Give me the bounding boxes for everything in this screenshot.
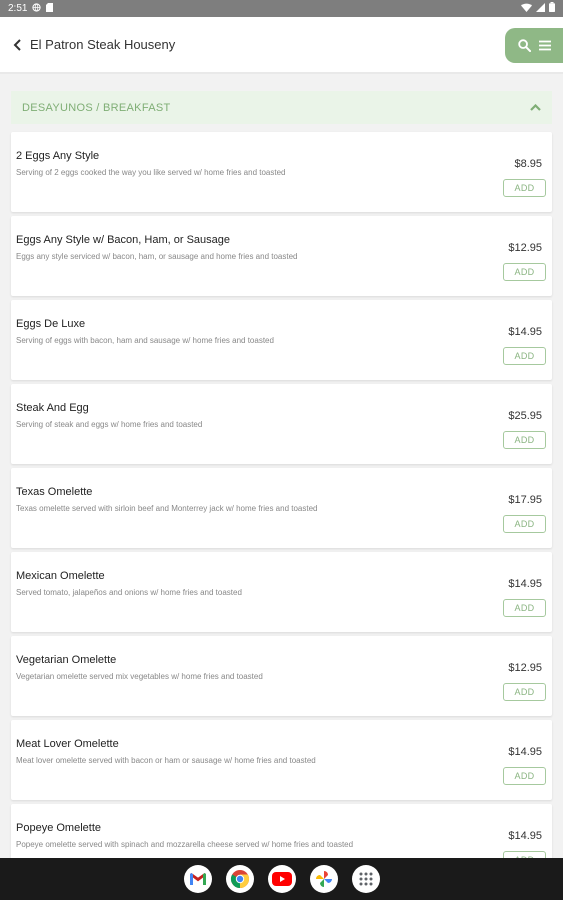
- apps-icon[interactable]: [351, 865, 380, 893]
- search-button[interactable]: [517, 39, 531, 52]
- menu-item[interactable]: Texas Omelette Texas omelette served wit…: [11, 468, 552, 548]
- item-price: $12.95: [508, 662, 542, 674]
- sim-icon: [46, 2, 54, 15]
- menu-item[interactable]: Mexican Omelette Served tomato, jalapeño…: [11, 552, 552, 632]
- add-button[interactable]: ADD: [503, 263, 546, 281]
- item-name: 2 Eggs Any Style: [16, 150, 100, 162]
- item-description: Serving of 2 eggs cooked the way you lik…: [16, 168, 286, 177]
- item-description: Texas omelette served with sirloin beef …: [16, 504, 318, 513]
- menu-icon: [538, 40, 551, 51]
- item-description: Served tomato, jalapeños and onions w/ h…: [16, 588, 242, 597]
- menu-item[interactable]: Popeye Omelette Popeye omelette served w…: [11, 804, 552, 858]
- item-price: $14.95: [508, 326, 542, 338]
- header-actions: [505, 28, 563, 63]
- item-name: Texas Omelette: [16, 486, 93, 498]
- menu-item[interactable]: Eggs De Luxe Serving of eggs with bacon,…: [11, 300, 552, 380]
- menu-button[interactable]: [538, 40, 551, 51]
- youtube-icon[interactable]: [267, 865, 296, 893]
- status-bar: 2:51: [0, 0, 563, 17]
- photos-icon[interactable]: [309, 865, 338, 893]
- item-name: Eggs De Luxe: [16, 318, 86, 330]
- page-title: El Patron Steak Houseny: [30, 37, 176, 52]
- item-description: Popeye omelette served with spinach and …: [16, 840, 354, 849]
- add-button[interactable]: ADD: [503, 431, 546, 449]
- battery-icon: [549, 2, 555, 15]
- menu-item[interactable]: Steak And Egg Serving of steak and eggs …: [11, 384, 552, 464]
- gmail-icon[interactable]: [183, 865, 212, 893]
- add-button[interactable]: ADD: [503, 767, 546, 785]
- app-header: El Patron Steak Houseny: [0, 17, 563, 74]
- item-description: Meat lover omelette served with bacon or…: [16, 756, 316, 765]
- item-name: Popeye Omelette: [16, 822, 101, 834]
- item-price: $12.95: [508, 242, 542, 254]
- item-name: Vegetarian Omelette: [16, 654, 117, 666]
- item-description: Serving of steak and eggs w/ home fries …: [16, 420, 203, 429]
- menu-item[interactable]: Vegetarian Omelette Vegetarian omelette …: [11, 636, 552, 716]
- item-name: Mexican Omelette: [16, 570, 105, 582]
- add-button[interactable]: ADD: [503, 599, 546, 617]
- item-price: $14.95: [508, 578, 542, 590]
- status-time: 2:51: [8, 3, 28, 14]
- taskbar: [0, 858, 563, 900]
- category-title: DESAYUNOS / BREAKFAST: [22, 101, 171, 114]
- menu-item[interactable]: Meat Lover Omelette Meat lover omelette …: [11, 720, 552, 800]
- item-description: Vegetarian omelette served mix vegetable…: [16, 672, 263, 681]
- menu-item[interactable]: 2 Eggs Any Style Serving of 2 eggs cooke…: [11, 132, 552, 212]
- back-button[interactable]: [8, 35, 28, 55]
- chevron-left-icon: [13, 38, 21, 51]
- item-price: $8.95: [514, 158, 542, 170]
- menu-content[interactable]: DESAYUNOS / BREAKFAST 2 Eggs Any Style S…: [0, 76, 563, 858]
- item-price: $17.95: [508, 494, 542, 506]
- add-button[interactable]: ADD: [503, 179, 546, 197]
- item-description: Eggs any style serviced w/ bacon, ham, o…: [16, 252, 298, 261]
- wifi-icon: [521, 3, 532, 15]
- add-button[interactable]: ADD: [503, 515, 546, 533]
- menu-item[interactable]: Eggs Any Style w/ Bacon, Ham, or Sausage…: [11, 216, 552, 296]
- item-price: $25.95: [508, 410, 542, 422]
- item-description: Serving of eggs with bacon, ham and saus…: [16, 336, 274, 345]
- add-button[interactable]: ADD: [503, 347, 546, 365]
- item-name: Eggs Any Style w/ Bacon, Ham, or Sausage: [16, 234, 231, 246]
- search-icon: [517, 39, 531, 52]
- signal-icon: [536, 2, 545, 15]
- item-name: Meat Lover Omelette: [16, 738, 119, 750]
- chrome-icon[interactable]: [225, 865, 254, 893]
- item-price: $14.95: [508, 830, 542, 842]
- item-name: Steak And Egg: [16, 402, 89, 414]
- category-header[interactable]: DESAYUNOS / BREAKFAST: [11, 91, 552, 124]
- vpn-icon: [32, 2, 42, 15]
- add-button[interactable]: ADD: [503, 851, 546, 858]
- item-price: $14.95: [508, 746, 542, 758]
- add-button[interactable]: ADD: [503, 683, 546, 701]
- chevron-up-icon[interactable]: [530, 104, 541, 111]
